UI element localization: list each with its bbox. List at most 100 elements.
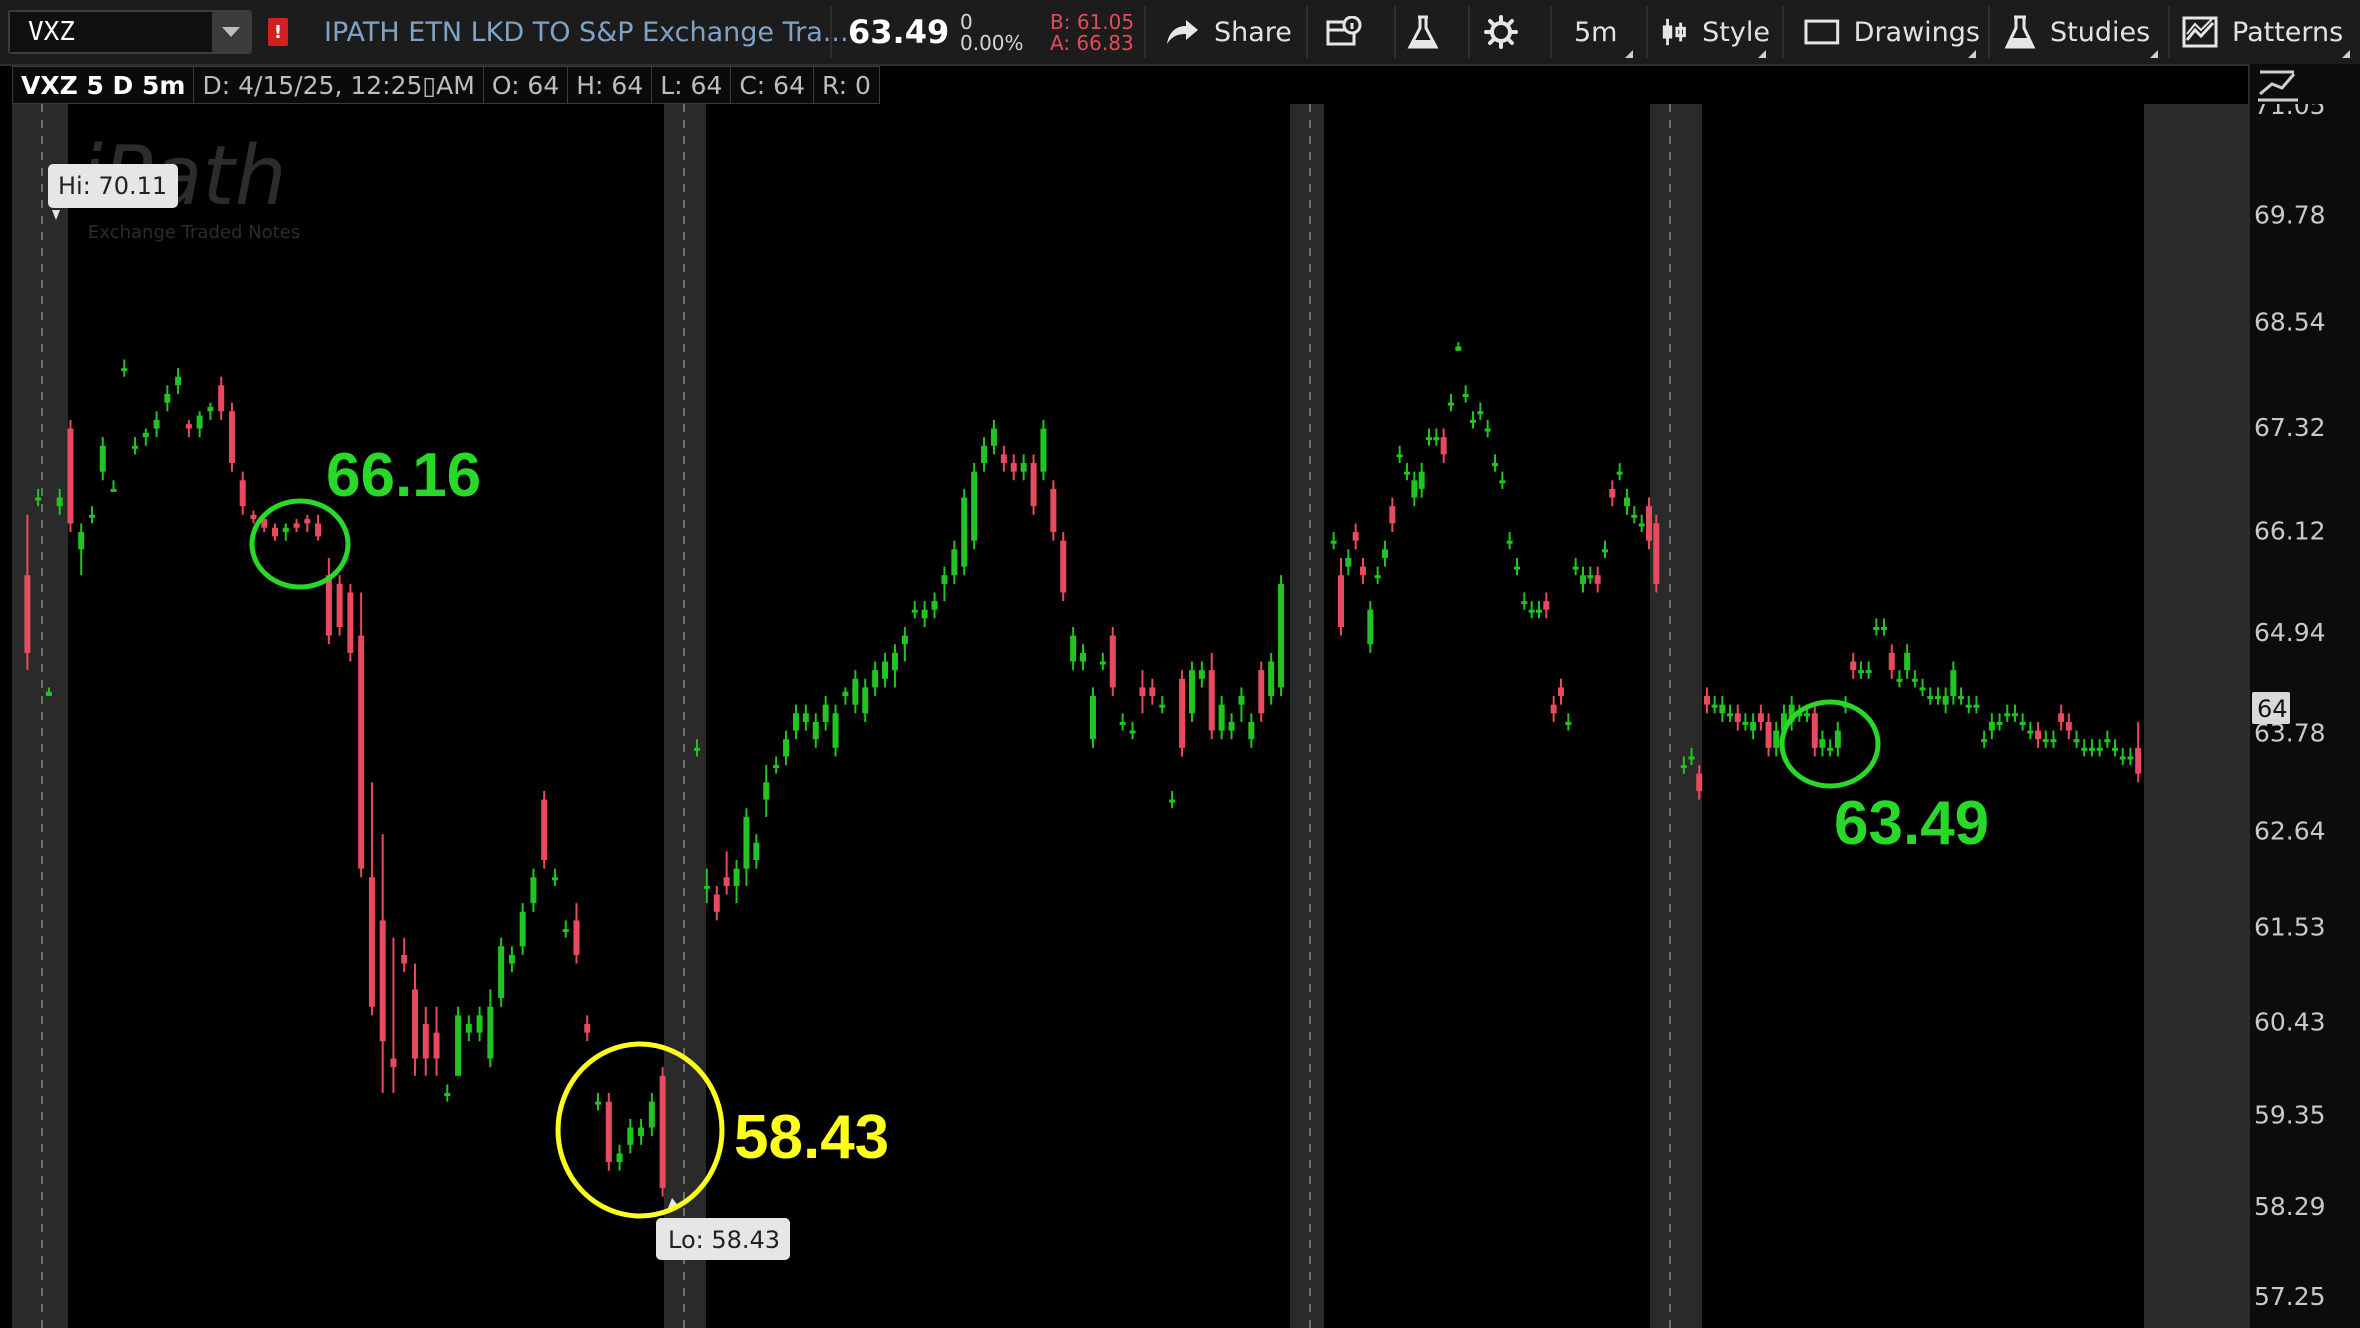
bid-ask-box: B: 61.05 A: 66.83 (1050, 12, 1134, 54)
session-shading (12, 104, 2248, 1328)
patterns-button[interactable]: Patterns (2182, 0, 2354, 64)
symbol-dropdown-button[interactable] (212, 12, 250, 52)
candle-body (822, 704, 829, 722)
candle-body (411, 989, 418, 1059)
candle-body (1811, 713, 1818, 748)
candle-body (1742, 721, 1749, 725)
drawings-button[interactable]: Drawings (1804, 0, 1980, 64)
candle-body (207, 406, 214, 412)
candle-body (422, 1023, 429, 1059)
share-button[interactable]: Share (1164, 0, 1292, 64)
corner-menu-icon (1625, 50, 1634, 58)
candle-body (921, 609, 928, 619)
session-break-band (12, 104, 68, 1328)
candle-body (1973, 704, 1980, 708)
candle-body (1609, 488, 1616, 498)
candle-body (2058, 713, 2065, 722)
candle-body (1850, 661, 1857, 671)
candle-body (743, 816, 750, 869)
candle-body (368, 877, 375, 1007)
candle-body (185, 424, 192, 429)
candle-body (1543, 601, 1550, 610)
info-high: H: 64 (567, 66, 653, 104)
candle-body (1248, 721, 1255, 740)
candle-body (1572, 566, 1579, 570)
price-tick-label: 69.78 (2254, 200, 2326, 229)
candle-body (961, 497, 968, 567)
candle-body (1455, 346, 1462, 351)
candle-body (832, 713, 839, 748)
candle-body (1594, 575, 1601, 584)
candle-body (595, 1101, 602, 1105)
candle-body (551, 877, 558, 881)
chart-settings-button[interactable] (1484, 0, 1518, 64)
candle-body (723, 877, 730, 886)
candle-body (1208, 670, 1215, 731)
annotation-label-66-16: 66.16 (326, 441, 481, 510)
annotation-circle-66-16 (249, 498, 351, 590)
info-range: R: 0 (812, 66, 880, 104)
candle-body (1020, 463, 1027, 472)
candle-body (325, 575, 332, 636)
ohlc-info-bar: VXZ 5 D 5m D: 4/15/25, 12:25▯AM O: 64 H:… (12, 66, 880, 104)
candle-body (390, 1058, 397, 1068)
candle-body (1050, 488, 1057, 533)
price-tick-label: 58.29 (2254, 1192, 2326, 1221)
candle-body (1268, 661, 1275, 697)
candle-body (852, 678, 859, 705)
candle-body (1218, 704, 1225, 731)
candle-body (455, 1015, 462, 1076)
candle-body (487, 1006, 494, 1059)
price-chart[interactable]: iPath Exchange Traded Notes 71.0569.7868… (0, 104, 2360, 1328)
candle-body (773, 765, 780, 769)
info-close: C: 64 (730, 66, 814, 104)
price-tick-label: 62.64 (2254, 817, 2326, 846)
candle-body (1099, 661, 1106, 665)
candle-body (971, 471, 978, 541)
axis-scale-icon[interactable] (2254, 66, 2318, 106)
candle-body (1942, 696, 1949, 705)
candle-body (228, 411, 235, 464)
candle-body (476, 1015, 483, 1033)
change-box: 0 0.00% (960, 12, 1024, 54)
candle-body (1080, 652, 1087, 662)
candle-body (1528, 609, 1535, 613)
candle-body (1360, 566, 1366, 576)
candle-body (882, 661, 889, 679)
candle-body (1881, 627, 1888, 630)
net-change: 0 (960, 10, 973, 34)
candle-body (2035, 730, 2042, 740)
corner-menu-icon (1968, 50, 1976, 58)
candle-body (2004, 713, 2011, 717)
candle-body (1558, 687, 1564, 697)
symbol-description: IPATH ETN LKD TO S&P Exchange Tra... (324, 16, 849, 48)
candlestick-style-icon (1662, 18, 1686, 46)
candle-body (1179, 678, 1186, 748)
style-button[interactable]: Style (1660, 0, 1770, 64)
studies-button[interactable]: Studies (2004, 0, 2162, 64)
candle-body (1834, 730, 1841, 748)
candle-body (110, 488, 117, 492)
toolbar-divider (2168, 6, 2170, 58)
candle-body (1330, 540, 1337, 544)
candle-body (1616, 471, 1623, 475)
candle-body (616, 1153, 623, 1163)
candle-body (1904, 652, 1911, 671)
lo-label-text: Lo: 58.43 (668, 1226, 780, 1254)
flexible-grid-button[interactable] (1326, 0, 1362, 64)
watermark-tagline: Exchange Traded Notes (88, 222, 300, 243)
pct-change: 0.00% (960, 31, 1024, 55)
candle-body (1750, 721, 1757, 731)
info-date: D: 4/15/25, 12:25▯AM (193, 66, 484, 104)
timeframe-button[interactable]: 5m (1574, 0, 1634, 64)
share-icon (1167, 20, 1198, 44)
candle-body (605, 1101, 612, 1163)
studies-label: Studies (2050, 16, 2151, 48)
candle-body (1484, 428, 1491, 432)
toolbar-divider (1394, 6, 1396, 58)
alert-badge[interactable]: ! (268, 18, 288, 46)
candle-body (519, 911, 526, 947)
thinkback-button[interactable] (1406, 0, 1440, 64)
candle-body (842, 691, 849, 697)
candle-body (1653, 523, 1660, 584)
